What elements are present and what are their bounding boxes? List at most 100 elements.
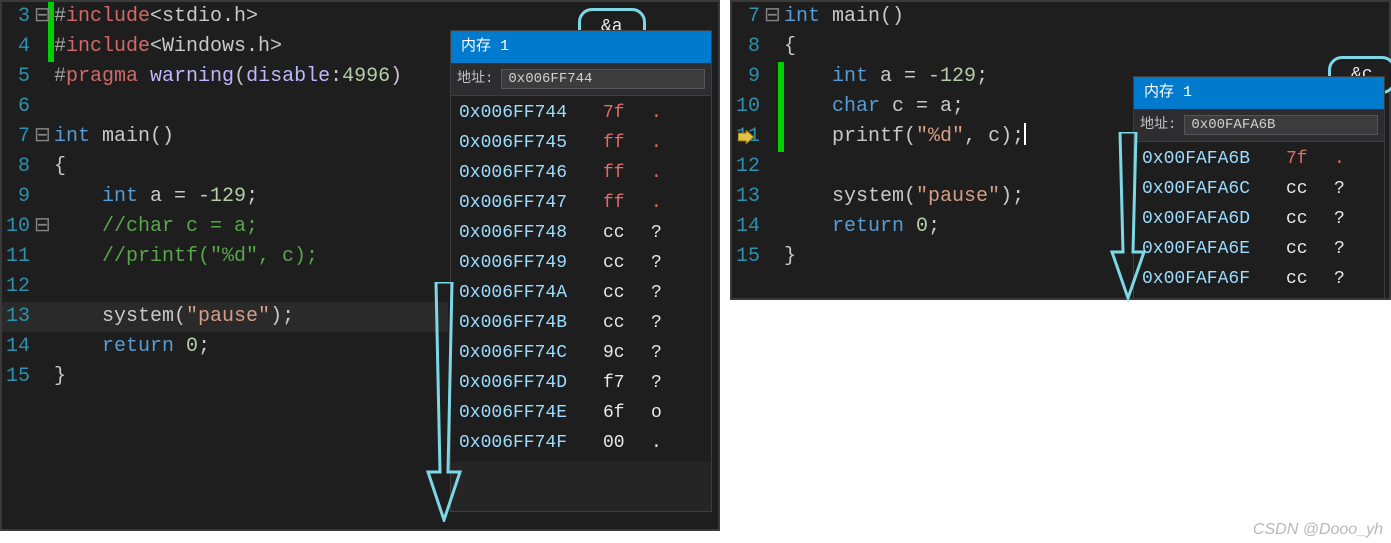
fold-toggle-icon[interactable]: [34, 62, 48, 92]
memory-row[interactable]: 0x00FAFA6Ecc?: [1142, 234, 1384, 264]
code-line[interactable]: 12: [2, 272, 448, 302]
fold-toggle-icon[interactable]: [764, 182, 778, 212]
memory-row[interactable]: 0x00FAFA6B7f.: [1142, 144, 1384, 174]
fold-toggle-icon[interactable]: [764, 122, 778, 152]
memory-window-title[interactable]: 内存 1: [451, 31, 711, 63]
memory-row[interactable]: 0x00FAFA6Fcc?: [1142, 264, 1384, 294]
memory-ascii: ?: [1334, 175, 1354, 203]
memory-byte: 7f: [603, 99, 637, 127]
memory-row[interactable]: 0x006FF749cc?: [459, 248, 711, 278]
line-number: 13: [732, 182, 764, 212]
memory-row[interactable]: 0x006FF74Df7?: [459, 368, 711, 398]
fold-toggle-icon[interactable]: [34, 362, 48, 392]
code-line[interactable]: 10 char c = a;: [732, 92, 1131, 122]
fold-toggle-icon[interactable]: [764, 92, 778, 122]
line-number: 9: [2, 182, 34, 212]
memory-row[interactable]: 0x006FF74Bcc?: [459, 308, 711, 338]
memory-row[interactable]: 0x006FF745ff.: [459, 128, 711, 158]
memory-row[interactable]: 0x00FAFA6Ccc?: [1142, 174, 1384, 204]
fold-toggle-icon[interactable]: [764, 242, 778, 272]
memory-byte: cc: [1286, 175, 1320, 203]
code-line[interactable]: 9 int a = -129;: [2, 182, 448, 212]
fold-toggle-icon[interactable]: [34, 242, 48, 272]
memory-row[interactable]: 0x006FF7447f.: [459, 98, 711, 128]
memory-ascii: ?: [1334, 205, 1354, 233]
code-text: int a = -129;: [784, 62, 1131, 92]
code-line[interactable]: 6: [2, 92, 448, 122]
code-text: }: [784, 242, 1131, 272]
fold-toggle-icon[interactable]: [34, 92, 48, 122]
fold-toggle-icon[interactable]: ⊟: [764, 2, 778, 32]
right-code-editor[interactable]: 7⊟int main()8{9 int a = -129;10 char c =…: [732, 2, 1131, 298]
fold-toggle-icon[interactable]: ⊟: [34, 122, 48, 152]
fold-toggle-icon[interactable]: [764, 62, 778, 92]
memory-address-input[interactable]: [501, 69, 705, 89]
memory-address: 0x006FF74D: [459, 369, 589, 397]
code-line[interactable]: 14 return 0;: [732, 212, 1131, 242]
fold-toggle-icon[interactable]: ⊟: [34, 212, 48, 242]
line-number: 10: [2, 212, 34, 242]
fold-toggle-icon[interactable]: ⊟: [34, 2, 48, 32]
code-line[interactable]: 14 return 0;: [2, 332, 448, 362]
code-line[interactable]: 5#pragma warning(disable:4996): [2, 62, 448, 92]
memory-ascii: .: [1334, 145, 1354, 173]
memory-address: 0x006FF748: [459, 219, 589, 247]
memory-row[interactable]: 0x006FF74E6fo: [459, 398, 711, 428]
code-line[interactable]: 15}: [732, 242, 1131, 272]
memory-rows: 0x00FAFA6B7f.0x00FAFA6Ccc?0x00FAFA6Dcc?0…: [1134, 142, 1384, 298]
code-text: [784, 152, 1131, 182]
fold-toggle-icon[interactable]: [34, 302, 48, 332]
memory-byte: 6f: [603, 399, 637, 427]
line-number: 8: [2, 152, 34, 182]
code-line[interactable]: 3⊟#include<stdio.h>: [2, 2, 448, 32]
memory-address-input[interactable]: [1184, 115, 1378, 135]
code-text: return 0;: [784, 212, 1131, 242]
memory-row[interactable]: 0x006FF74F00.: [459, 428, 711, 458]
code-line[interactable]: 8{: [732, 32, 1131, 62]
fold-toggle-icon[interactable]: [764, 32, 778, 62]
line-number: 12: [732, 152, 764, 182]
memory-row[interactable]: 0x006FF747ff.: [459, 188, 711, 218]
code-text: {: [784, 32, 1131, 62]
memory-address: 0x006FF74B: [459, 309, 589, 337]
memory-address: 0x006FF746: [459, 159, 589, 187]
fold-toggle-icon[interactable]: [34, 332, 48, 362]
code-line[interactable]: 4#include<Windows.h>: [2, 32, 448, 62]
fold-toggle-icon[interactable]: [34, 152, 48, 182]
fold-toggle-icon[interactable]: [764, 152, 778, 182]
code-line[interactable]: 13 system("pause");: [732, 182, 1131, 212]
memory-row[interactable]: 0x006FF74Acc?: [459, 278, 711, 308]
line-number: 3: [2, 2, 34, 32]
memory-row[interactable]: 0x00FAFA6Dcc?: [1142, 204, 1384, 234]
memory-row[interactable]: 0x006FF746ff.: [459, 158, 711, 188]
code-line[interactable]: 7⊟int main(): [2, 122, 448, 152]
line-number: 11: [2, 242, 34, 272]
code-line[interactable]: 13 system("pause");: [2, 302, 448, 332]
fold-toggle-icon[interactable]: [764, 212, 778, 242]
code-line[interactable]: 11 printf("%d", c);: [732, 122, 1131, 152]
code-line[interactable]: 7⊟int main(): [732, 2, 1131, 32]
memory-ascii: ?: [651, 219, 671, 247]
code-line[interactable]: 8{: [2, 152, 448, 182]
memory-byte: ff: [603, 189, 637, 217]
code-line[interactable]: 11 //printf("%d", c);: [2, 242, 448, 272]
memory-window-title[interactable]: 内存 1: [1134, 77, 1384, 109]
code-line[interactable]: 9 int a = -129;: [732, 62, 1131, 92]
code-line[interactable]: 15}: [2, 362, 448, 392]
code-line[interactable]: 12: [732, 152, 1131, 182]
line-number: 4: [2, 32, 34, 62]
memory-row[interactable]: 0x006FF74C9c?: [459, 338, 711, 368]
code-text: int main(): [54, 122, 448, 152]
memory-row[interactable]: 0x006FF748cc?: [459, 218, 711, 248]
fold-toggle-icon[interactable]: [34, 32, 48, 62]
fold-toggle-icon[interactable]: [34, 272, 48, 302]
code-line[interactable]: 10⊟ //char c = a;: [2, 212, 448, 242]
fold-toggle-icon[interactable]: [34, 182, 48, 212]
memory-address: 0x006FF74F: [459, 429, 589, 457]
left-code-editor[interactable]: 3⊟#include<stdio.h>4#include<Windows.h>5…: [2, 2, 448, 529]
memory-byte: cc: [603, 249, 637, 277]
memory-byte: cc: [1286, 205, 1320, 233]
memory-ascii: ?: [651, 369, 671, 397]
line-number: 8: [732, 32, 764, 62]
memory-ascii: .: [651, 189, 671, 217]
